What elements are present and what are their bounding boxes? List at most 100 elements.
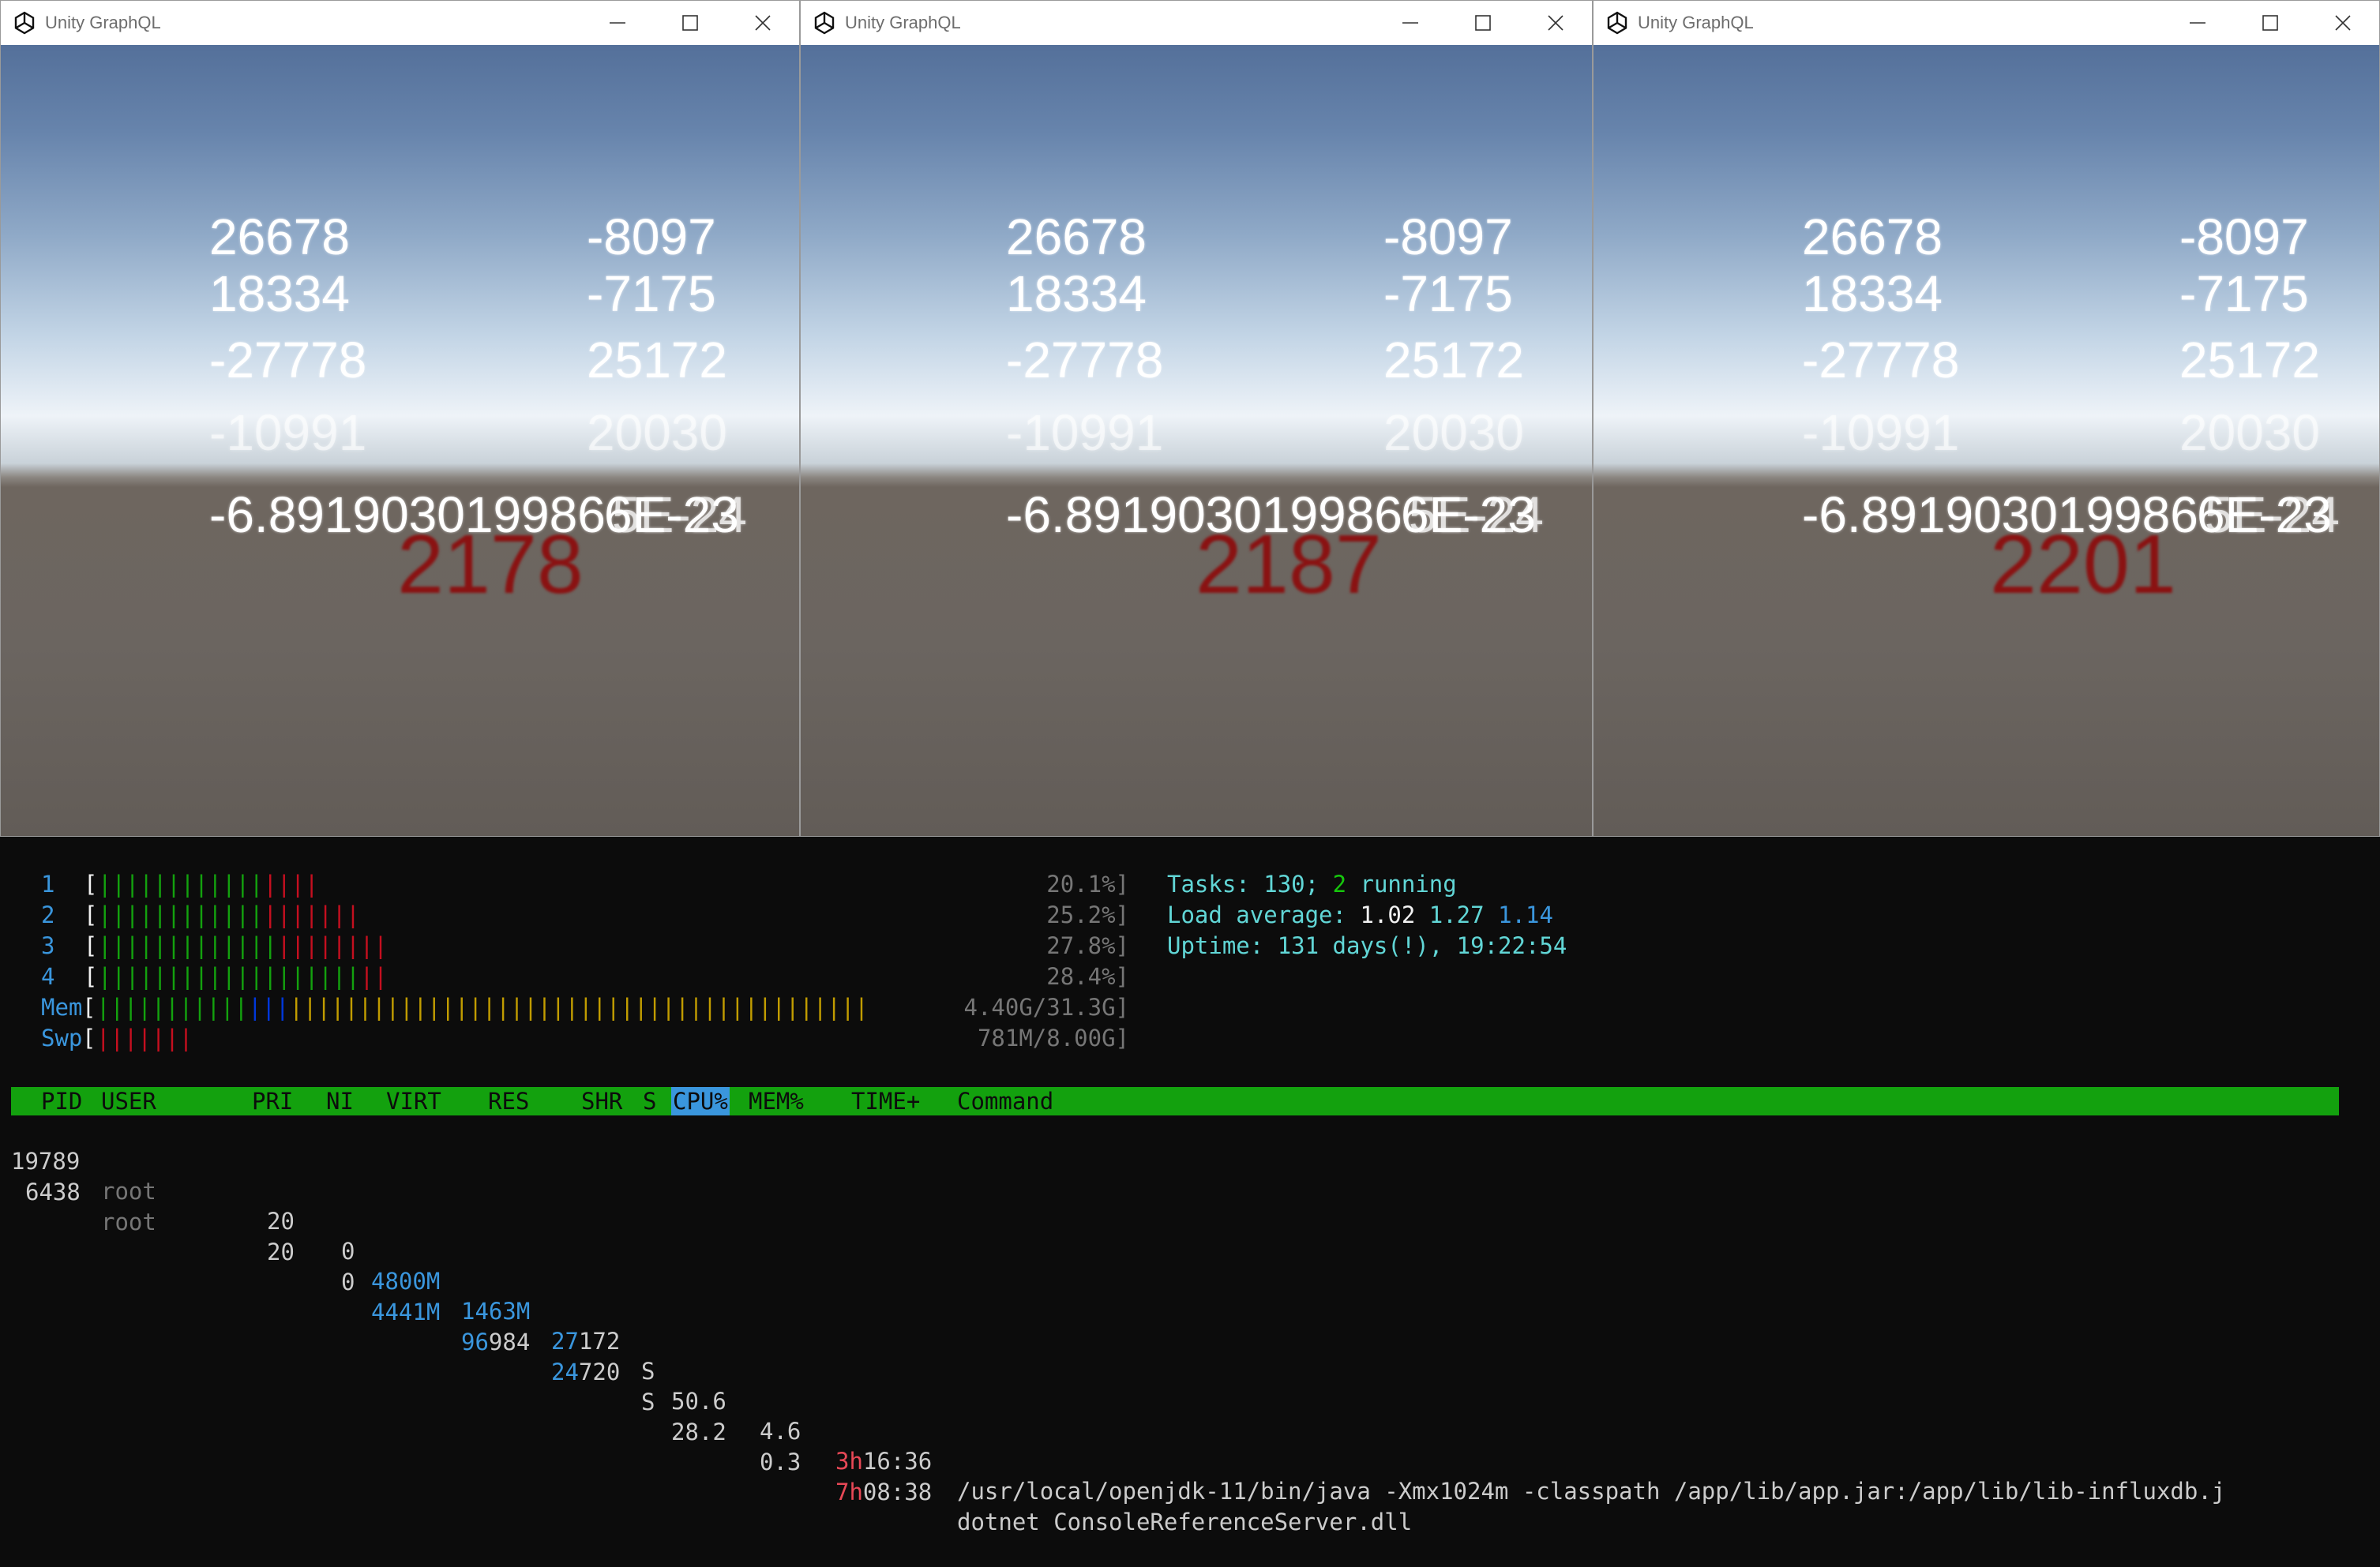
- meter-label: 4: [41, 963, 55, 990]
- minimize-button[interactable]: [1374, 1, 1447, 45]
- meter-value: 20.1%]: [1046, 871, 1129, 898]
- close-button[interactable]: [1519, 1, 1592, 45]
- col-shr[interactable]: SHR: [581, 1087, 622, 1115]
- shr-high: 27: [551, 1328, 579, 1355]
- meter-value: 25.2%]: [1046, 902, 1129, 928]
- unity-logo-icon: [814, 11, 835, 35]
- process-table-header: PID USER PRI NI VIRT RES SHR S CPU% MEM%…: [11, 1087, 2339, 1115]
- value-right-3: 25172: [1383, 332, 1524, 388]
- overlap-suffix-b: 5E-24: [612, 486, 747, 543]
- meter-bracket-open: [: [82, 1025, 96, 1052]
- unity-window-2: Unity GraphQL 26678 18334 -27778 -10991 …: [800, 0, 1593, 837]
- minimize-button[interactable]: [581, 1, 654, 45]
- htop-terminal[interactable]: 1[|||||||||||||||| 20.1%] 2[||||||||||||||…: [0, 837, 2380, 1535]
- value-right-3: 25172: [587, 332, 727, 388]
- minimize-icon: [2190, 22, 2205, 24]
- uptime-value: 131 days(!), 19:22:54: [1277, 932, 1567, 959]
- col-command[interactable]: Command: [957, 1087, 1053, 1115]
- value-right-2: -7175: [1383, 265, 1513, 322]
- col-pid[interactable]: PID: [41, 1087, 82, 1115]
- minimize-button[interactable]: [2161, 1, 2234, 45]
- value-right-3: 25172: [2179, 332, 2320, 388]
- maximize-button[interactable]: [654, 1, 726, 45]
- game-viewport[interactable]: 26678 18334 -27778 -10991 -8097 -7175 25…: [1594, 45, 2379, 836]
- meter-label: Swp: [41, 1025, 83, 1052]
- col-res[interactable]: RES: [488, 1087, 529, 1115]
- nice: 0: [341, 1238, 355, 1265]
- value-right-1: -8097: [587, 208, 716, 265]
- game-viewport[interactable]: 26678 18334 -27778 -10991 -8097 -7175 25…: [1, 45, 799, 836]
- command: dotnet ConsoleReferenceServer.dll: [957, 1509, 1413, 1535]
- load-average-line: Load average: 1.02 1.27 1.14: [1167, 900, 1553, 930]
- meter-row: 3 [||||||||||||||||||||| 27.8%]: [0, 931, 1129, 961]
- command: /usr/local/openjdk-11/bin/java -Xmx1024m…: [957, 1478, 2226, 1505]
- tasks-count: 130: [1263, 871, 1305, 898]
- priority: 20: [267, 1208, 295, 1235]
- value-right-4: 20030: [2179, 404, 2320, 461]
- state: S: [641, 1358, 655, 1385]
- col-user[interactable]: USER: [101, 1087, 156, 1115]
- meter-row: 1 [|||||||||||||||| 20.1%]: [0, 869, 1129, 899]
- unity-window-1: Unity GraphQL 26678 18334 -27778 -10991 …: [0, 0, 800, 837]
- title-bar[interactable]: Unity GraphQL: [1594, 1, 2379, 45]
- value-left-3: -27778: [209, 332, 367, 388]
- close-icon: [755, 15, 771, 31]
- maximize-button[interactable]: [1447, 1, 1519, 45]
- load-label: Load average:: [1167, 902, 1346, 928]
- meter-bar: |||||||||||||||||||: [98, 902, 360, 928]
- meter-row: 2 [||||||||||||||||||| 25.2%]: [0, 900, 1129, 930]
- window-title: Unity GraphQL: [45, 13, 161, 32]
- uptime-line: Uptime: 131 days(!), 19:22:54: [1167, 931, 1567, 961]
- overlap-suffix-b: 5E-24: [2205, 486, 2340, 543]
- shr-high: 24: [551, 1359, 579, 1385]
- tasks-line: Tasks: 130; 2 running: [1167, 869, 1457, 899]
- nice: 0: [341, 1269, 355, 1295]
- col-ni[interactable]: NI: [326, 1087, 354, 1115]
- meter-row: Mem[||||||||||||||||||||||||||||||||||||…: [0, 992, 1129, 1022]
- minimize-icon: [1402, 22, 1418, 24]
- value-right-4: 20030: [587, 404, 727, 461]
- unity-logo-icon: [1607, 11, 1627, 35]
- close-button[interactable]: [2307, 1, 2379, 45]
- col-state[interactable]: S: [643, 1087, 656, 1115]
- meter-value: 781M/8.00G]: [977, 1025, 1129, 1052]
- meter-value: 4.40G/31.3G]: [963, 994, 1129, 1021]
- mem-percent: 4.6: [760, 1418, 801, 1445]
- value-left-2: 18334: [209, 265, 350, 322]
- running-count: 2: [1332, 871, 1347, 898]
- title-bar[interactable]: Unity GraphQL: [1, 1, 799, 45]
- col-time[interactable]: TIME+: [851, 1087, 920, 1115]
- col-pri[interactable]: PRI: [252, 1087, 293, 1115]
- meter-bracket-open: [: [84, 932, 98, 959]
- cpu-percent: 50.6: [671, 1388, 726, 1415]
- cpu-percent: 28.2: [671, 1419, 726, 1445]
- maximize-icon: [1475, 15, 1491, 31]
- maximize-button[interactable]: [2234, 1, 2307, 45]
- value-left-4: -10991: [209, 404, 367, 461]
- user: root: [101, 1178, 156, 1205]
- frame-counter: 2178: [397, 518, 584, 611]
- process-row[interactable]: 19789 root 20 0 4800M 1463M 27172 S 50.6…: [0, 1116, 2225, 1505]
- col-virt[interactable]: VIRT: [386, 1087, 441, 1115]
- close-button[interactable]: [726, 1, 799, 45]
- process-row[interactable]: 6438 root 20 0 4441M 96984 24720 S 28.2 …: [0, 1147, 1412, 1535]
- title-bar[interactable]: Unity GraphQL: [801, 1, 1592, 45]
- meter-bracket-open: [: [84, 963, 98, 990]
- meter-bar: |||||||||||||||||||||: [98, 932, 388, 959]
- running-label: running: [1360, 871, 1457, 898]
- overlap-suffix-b: 5E-24: [1409, 486, 1544, 543]
- value-right-2: -7175: [2179, 265, 2309, 322]
- pid: 6438: [25, 1179, 81, 1205]
- col-mem[interactable]: MEM%: [749, 1087, 804, 1115]
- value-right-1: -8097: [1383, 208, 1513, 265]
- shr-low: 172: [578, 1328, 621, 1355]
- col-cpu-sorted[interactable]: CPU%: [671, 1087, 730, 1115]
- value-right-2: -7175: [587, 265, 716, 322]
- meter-value: 28.4%]: [1046, 963, 1129, 990]
- value-right-1: -8097: [2179, 208, 2309, 265]
- close-icon: [2335, 15, 2351, 31]
- game-viewport[interactable]: 26678 18334 -27778 -10991 -8097 -7175 25…: [801, 45, 1592, 836]
- shr-low: 720: [578, 1359, 621, 1385]
- time-hours: 3h: [835, 1448, 863, 1475]
- meter-bracket-open: [: [82, 994, 96, 1021]
